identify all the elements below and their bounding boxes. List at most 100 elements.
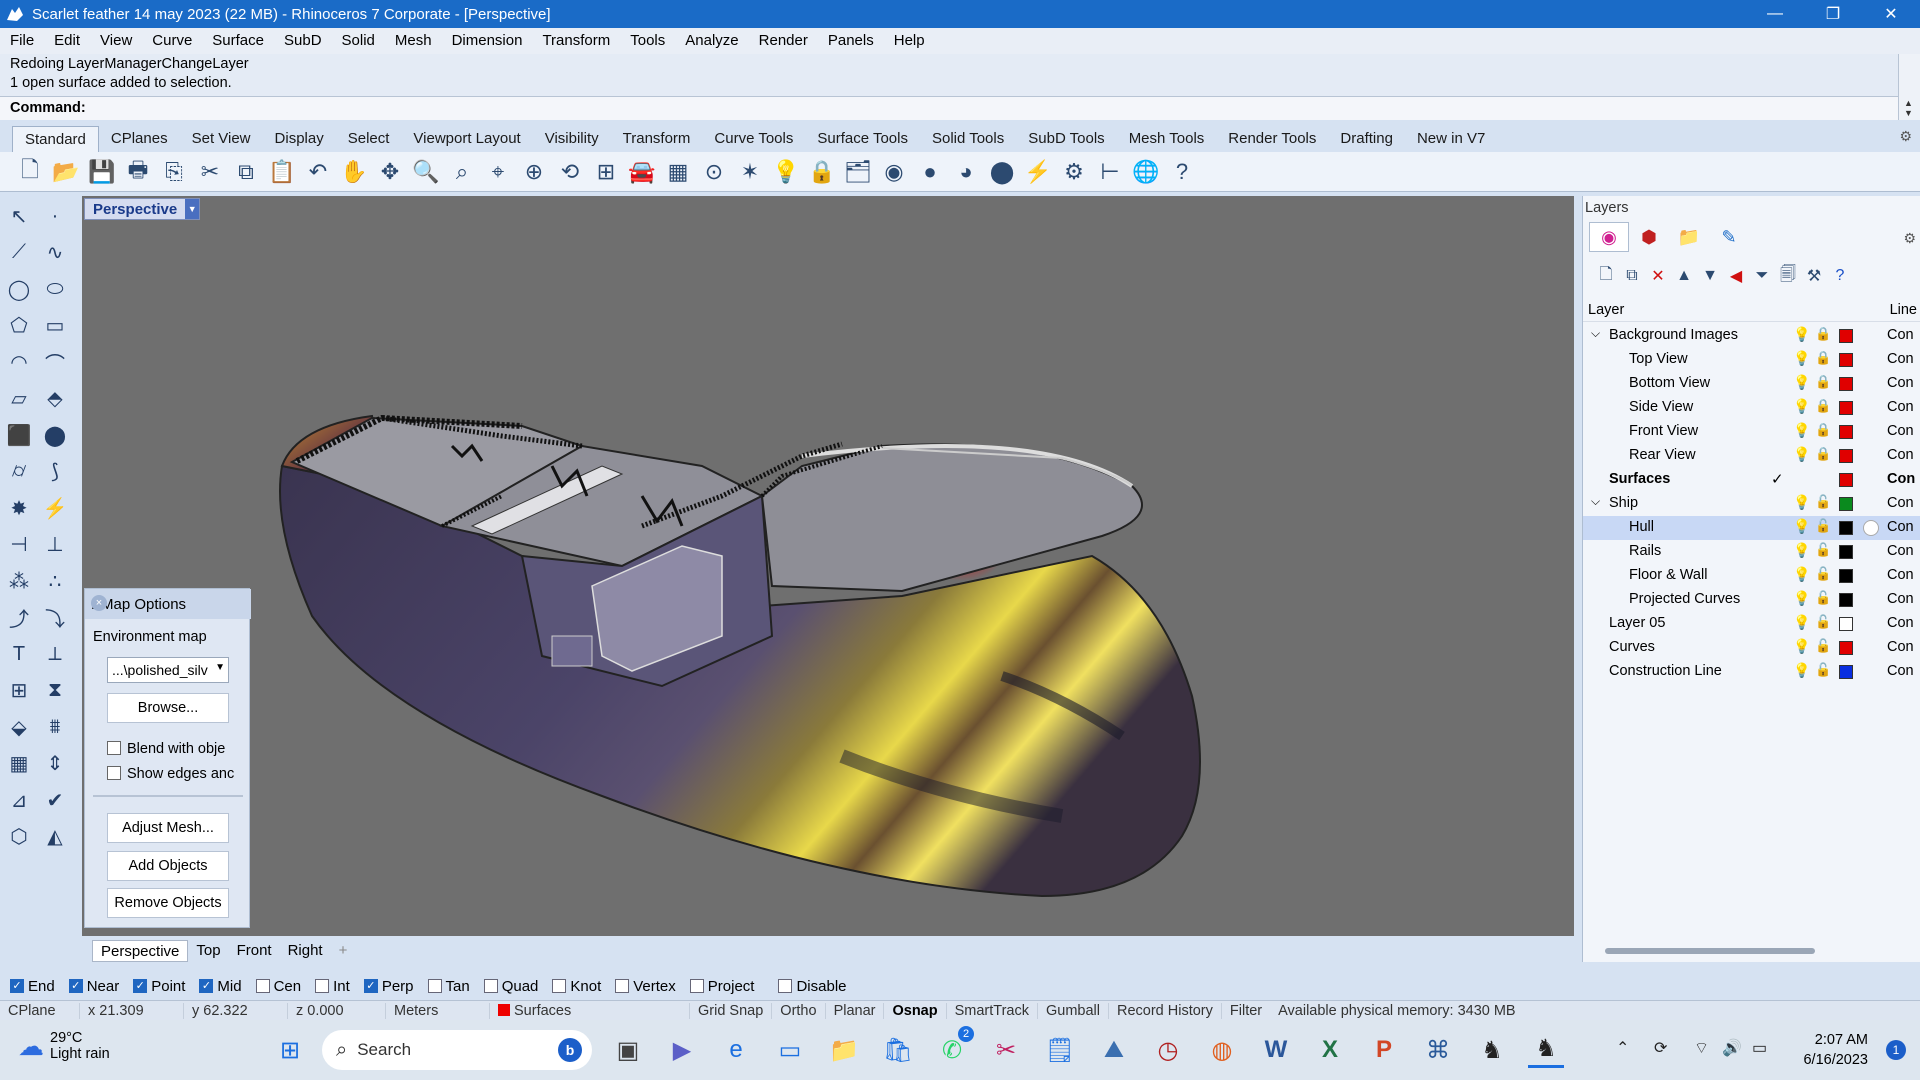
checkbox-icon[interactable] <box>255 979 270 993</box>
export-icon[interactable]: ⎘ <box>156 155 192 189</box>
layer-icon[interactable]: 🗂 <box>840 155 876 189</box>
arc-icon[interactable]: ◠ <box>2 345 36 379</box>
photos-icon[interactable]: ⛰ <box>1096 1032 1132 1068</box>
tray-chevron-icon[interactable]: ⌃ <box>1616 1038 1629 1058</box>
lock-icon[interactable]: 🔒 <box>1815 350 1831 366</box>
move-icon[interactable]: ✥ <box>372 155 408 189</box>
tab-cplanes[interactable]: CPlanes <box>99 126 180 152</box>
menu-item-curve[interactable]: Curve <box>142 28 202 54</box>
osnap-int[interactable]: Int <box>315 978 350 995</box>
record-history-toggle[interactable]: Record History <box>1109 1002 1222 1019</box>
menu-item-surface[interactable]: Surface <box>202 28 274 54</box>
gumball-icon[interactable]: ✶ <box>732 155 768 189</box>
lock-icon[interactable]: 🔓 <box>1815 662 1831 678</box>
explode-icon[interactable]: ✸ <box>2 491 36 525</box>
checkbox-icon[interactable]: ✓ <box>68 979 83 993</box>
visibility-bulb-icon[interactable]: 💡 <box>1793 326 1810 343</box>
move-up-icon[interactable]: ▲ <box>1671 264 1697 288</box>
layer-row[interactable]: Side View 💡 🔒 Con <box>1583 396 1920 420</box>
tab-visibility[interactable]: Visibility <box>533 126 611 152</box>
layer-name[interactable]: Hull <box>1629 519 1654 535</box>
layer-name[interactable]: Side View <box>1629 399 1693 415</box>
layer-color-swatch[interactable] <box>1839 569 1853 583</box>
polyline-icon[interactable]: ⟋ <box>2 236 36 270</box>
ungroup-icon[interactable]: ∴ <box>38 564 72 598</box>
wifi-icon[interactable]: ⌔ <box>1694 1038 1709 1058</box>
smarttrack-toggle[interactable]: SmartTrack <box>947 1002 1038 1019</box>
checkbox-icon[interactable] <box>689 979 704 993</box>
osnap-project[interactable]: Project <box>689 978 754 995</box>
menu-item-solid[interactable]: Solid <box>332 28 385 54</box>
tab-select[interactable]: Select <box>336 126 402 152</box>
ortho-toggle[interactable]: Ortho <box>772 1002 826 1019</box>
layer-name[interactable]: Projected Curves <box>1629 591 1740 607</box>
menu-item-mesh[interactable]: Mesh <box>385 28 442 54</box>
minimize-button[interactable]: — <box>1746 0 1804 28</box>
scroll-down-icon[interactable]: ▼ <box>1904 108 1913 118</box>
trim-icon[interactable]: ⊣ <box>2 528 36 562</box>
clock-app-icon[interactable]: ◷ <box>1150 1032 1186 1068</box>
new-layer-icon[interactable]: 🗋 <box>1593 264 1619 288</box>
volume-icon[interactable]: 🔊 <box>1722 1038 1742 1058</box>
box-icon[interactable]: ⬛ <box>2 418 36 452</box>
viewport-title-tab[interactable]: Perspective ▼ <box>84 198 201 220</box>
add-objects-button[interactable]: Add Objects <box>107 851 229 881</box>
lock-icon[interactable]: 🔓 <box>1815 614 1831 630</box>
print-icon[interactable]: 🖶 <box>120 155 156 189</box>
layer-color-swatch[interactable] <box>1839 401 1853 415</box>
layer-name[interactable]: Layer 05 <box>1609 615 1665 631</box>
layer-row[interactable]: Floor & Wall 💡 🔓 Con <box>1583 564 1920 588</box>
visibility-bulb-icon[interactable]: 💡 <box>1793 614 1810 631</box>
open-icon[interactable]: 📂 <box>48 155 84 189</box>
perspective-viewport[interactable]: Perspective ▼ <box>82 196 1574 936</box>
four-view-icon[interactable]: ⊞ <box>588 155 624 189</box>
menu-item-render[interactable]: Render <box>749 28 818 54</box>
restore-button[interactable]: ❐ <box>1804 0 1862 28</box>
tab-display[interactable]: Display <box>263 126 336 152</box>
app-icon[interactable]: ⌘ <box>1420 1032 1456 1068</box>
emap-close-icon[interactable]: × <box>91 595 107 611</box>
linetype-value[interactable]: Con <box>1887 543 1914 559</box>
rhino-icon[interactable]: ♞ <box>1474 1032 1510 1068</box>
visibility-bulb-icon[interactable]: 💡 <box>1793 638 1810 655</box>
checkbox-icon[interactable] <box>107 741 121 755</box>
visibility-bulb-icon[interactable]: 💡 <box>1793 374 1810 391</box>
menu-item-panels[interactable]: Panels <box>818 28 884 54</box>
osnap-mid[interactable]: ✓ Mid <box>199 978 242 995</box>
expand-chevron-icon[interactable]: ⌵ <box>1591 494 1600 509</box>
checkbox-icon[interactable] <box>427 979 442 993</box>
dimension-icon[interactable]: ⊢ <box>1092 155 1128 189</box>
layer-name[interactable]: Bottom View <box>1629 375 1710 391</box>
adjust-mesh-button[interactable]: Adjust Mesh... <box>107 813 229 843</box>
tab-new-in-v7[interactable]: New in V7 <box>1405 126 1497 152</box>
store-icon[interactable]: 🛍 <box>880 1032 916 1068</box>
lock-icon[interactable]: 🔓 <box>1815 542 1831 558</box>
file-explorer-icon[interactable]: 📁 <box>826 1032 862 1068</box>
viewport-tab-top[interactable]: Top <box>188 940 228 962</box>
current-layer-indicator[interactable]: Surfaces <box>490 1002 690 1019</box>
layer-color-swatch[interactable] <box>1839 521 1853 535</box>
tab-solid-tools[interactable]: Solid Tools <box>920 126 1016 152</box>
osnap-quad[interactable]: Quad <box>483 978 538 995</box>
layer-row[interactable]: Surfaces ✓ Con <box>1583 468 1920 492</box>
layer-name[interactable]: Rails <box>1629 543 1661 559</box>
environment-map-select[interactable]: ...\polished_silv ▼ <box>107 657 229 683</box>
layer-color-swatch[interactable] <box>1839 473 1853 487</box>
linetype-value[interactable]: Con <box>1887 591 1914 607</box>
menu-item-tools[interactable]: Tools <box>620 28 675 54</box>
copy-icon[interactable]: ⧉ <box>228 155 264 189</box>
checkbox-icon[interactable] <box>552 979 567 993</box>
planar-toggle[interactable]: Planar <box>826 1002 885 1019</box>
menu-item-edit[interactable]: Edit <box>44 28 90 54</box>
osnap-point[interactable]: ✓ Point <box>133 978 185 995</box>
viewport-tab-perspective[interactable]: Perspective <box>92 940 189 962</box>
layer-row[interactable]: Layer 05 💡 🔓 Con <box>1583 612 1920 636</box>
linetype-value[interactable]: Con <box>1887 423 1914 439</box>
globe-icon[interactable]: 🌐 <box>1128 155 1164 189</box>
taskbar-clock[interactable]: 2:07 AM 6/16/2023 <box>1803 1030 1868 1070</box>
lock-icon[interactable]: 🔓 <box>1815 494 1831 510</box>
zoom-selected-icon[interactable]: ⊕ <box>516 155 552 189</box>
lock-icon[interactable]: 🔓 <box>1815 638 1831 654</box>
zoom-window-icon[interactable]: ⌕ <box>444 155 480 189</box>
viewport-menu-chevron-icon[interactable]: ▼ <box>185 199 200 219</box>
